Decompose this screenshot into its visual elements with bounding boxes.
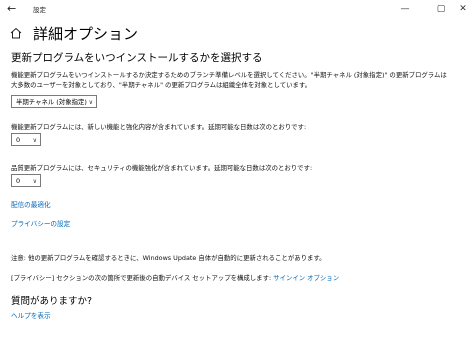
feature-update-label: 機能更新プログラムには、新しい機能と強化内容が含まれています。延期可能な日数は次…: [11, 123, 307, 131]
feature-defer-select[interactable]: 0 ∨: [11, 133, 41, 146]
privacy-note: [プライバシー] セクションの次の箇所で更新後の自動デバイス セットアップを構成…: [11, 273, 339, 283]
privacy-settings-link[interactable]: プライバシーの設定: [11, 219, 70, 229]
page-title: 詳細オプション: [33, 25, 139, 43]
feature-defer-value: 0: [16, 136, 21, 144]
privacy-note-text: [プライバシー] セクションの次の箇所で更新後の自動デバイス セットアップを構成…: [11, 274, 274, 282]
channel-description-line1: 機能更新プログラムをいつインストールするか決定するためのブランチ準備レベルを選択…: [11, 71, 447, 79]
signin-options-link[interactable]: サインイン オプション: [273, 274, 339, 282]
minimize-icon[interactable]: —: [392, 0, 418, 18]
window-title: 設定: [33, 6, 46, 14]
channel-select-value: 半期チャネル (対象指定): [16, 98, 87, 106]
chevron-down-icon: ∨: [88, 99, 93, 106]
channel-description-line2: 大多数のユーザーを対象としており、"半期チャネル" の更新プログラムは組織全体を…: [11, 81, 312, 89]
section-heading: 更新プログラムをいつインストールするかを選択する: [11, 52, 263, 64]
quality-update-label: 品質更新プログラムには、セキュリティの機能強化が含まれています。延期可能な日数は…: [11, 164, 313, 172]
title-bar: ← 設定 — ▢ ✕: [0, 0, 474, 18]
home-icon[interactable]: [9, 26, 23, 40]
chevron-down-icon: ∨: [32, 137, 37, 144]
help-heading: 質問がありますか?: [11, 296, 93, 307]
update-note: 注意: 他の更新プログラムを確認するときに、Windows Update 自体が…: [11, 254, 326, 262]
close-icon[interactable]: ✕: [450, 0, 474, 18]
chevron-down-icon: ∨: [32, 178, 37, 185]
quality-defer-select[interactable]: 0 ∨: [11, 174, 41, 187]
delivery-optimization-link[interactable]: 配信の最適化: [11, 200, 51, 210]
get-help-link[interactable]: ヘルプを表示: [11, 311, 51, 321]
quality-defer-value: 0: [16, 177, 21, 185]
channel-select[interactable]: 半期チャネル (対象指定) ∨: [11, 95, 97, 108]
back-arrow-icon[interactable]: ←: [7, 3, 19, 15]
